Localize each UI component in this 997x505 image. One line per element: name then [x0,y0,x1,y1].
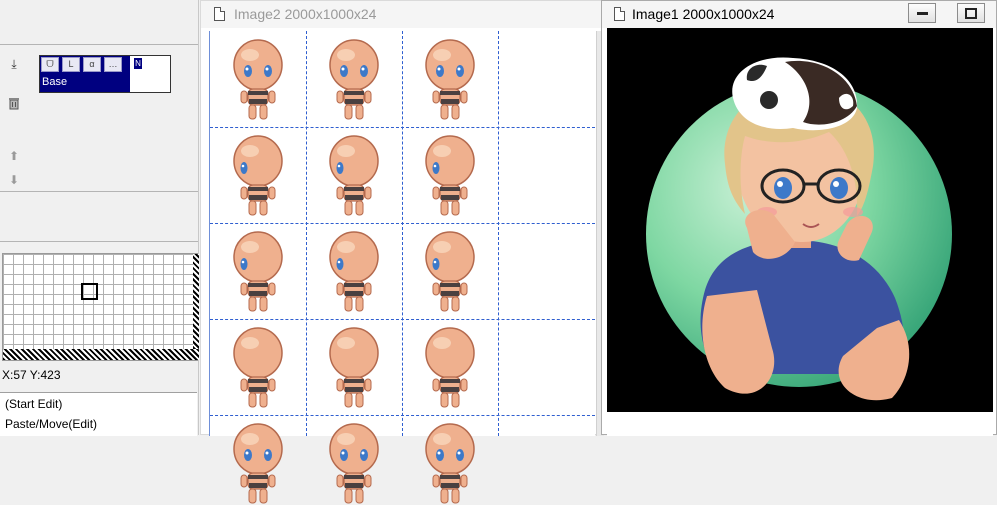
image1-title: Image1 2000x1000x24 [632,6,775,22]
character-sprite [425,39,475,120]
character-sprite [425,231,475,312]
palette-pattern-edge [3,349,199,360]
grid-line [402,31,403,436]
layer-panel: ⤓ ⬆ ⬇ ᗜ L α … Base N X:57 Y:423 (Start E… [0,0,199,436]
character-sprite [329,39,379,120]
image2-window[interactable]: Image2 2000x1000x24 [200,0,604,504]
character-sprite [425,327,475,408]
character-sprite [233,39,283,120]
layer-tools-bar: ᗜ L α … [40,56,130,73]
arrow-up-icon[interactable]: ⬆ [6,148,22,164]
character-sprite [425,135,475,216]
eye-highlight [833,181,839,187]
grid-line [498,31,499,436]
eye-highlight [777,181,783,187]
history-item[interactable]: (Start Edit) [5,397,62,411]
trash-icon[interactable] [6,96,22,112]
divider [0,191,198,192]
palette-cursor[interactable] [81,283,98,300]
minimize-button[interactable] [908,3,936,23]
grid-line [306,31,307,436]
portrait-canvas[interactable] [607,28,993,412]
cat-paw-print [760,91,778,109]
import-icon[interactable]: ⤓ [6,56,22,72]
history-list[interactable]: (Start Edit) Paste/Move(Edit) [0,392,197,436]
layer-alpha-icon[interactable]: α [83,57,101,72]
character-sprite [233,327,283,408]
blush-right [843,207,863,217]
grid-line [210,319,595,320]
layer-face-icon[interactable]: ᗜ [41,57,59,72]
portrait-illustration [646,57,952,401]
layer-lock-icon[interactable]: L [62,57,80,72]
layer-name-label: Base [40,73,130,92]
image1-titlebar[interactable]: Image1 2000x1000x24 [602,1,996,28]
palette-grid[interactable] [2,253,199,361]
eye-left [774,177,792,199]
document-icon [614,7,625,21]
grid-line [210,127,595,128]
document-icon [214,7,225,21]
character-sprite [329,135,379,216]
character-sprite [329,327,379,408]
layer-item-base[interactable]: ᗜ L α … Base N [39,55,171,93]
divider [0,44,198,45]
arrow-down-icon[interactable]: ⬇ [6,172,22,188]
character-sprite [233,135,283,216]
character-sprite [329,231,379,312]
character-sprite [329,423,379,504]
minimize-icon [917,12,928,15]
image1-window[interactable]: Image1 2000x1000x24 [601,0,997,436]
layer-more-icon[interactable]: … [104,57,122,72]
history-item[interactable]: Paste/Move(Edit) [5,417,97,431]
character-sprite [425,423,475,504]
image2-titlebar[interactable]: Image2 2000x1000x24 [201,1,603,28]
grid-line [210,223,595,224]
character-sprite [233,231,283,312]
maximize-icon [965,8,977,19]
layer-thumbnail: N [132,56,170,92]
divider [0,241,198,242]
layer-thumb-mark: N [134,58,142,69]
canvas-margin [607,412,993,436]
cursor-coordinates: X:57 Y:423 [2,368,61,382]
character-sprite [233,423,283,504]
grid-line [210,415,595,416]
sprite-canvas[interactable] [209,31,595,504]
eye-right [830,177,848,199]
image2-title: Image2 2000x1000x24 [234,6,377,22]
maximize-button[interactable] [957,3,985,23]
palette-pattern-edge [193,254,199,360]
